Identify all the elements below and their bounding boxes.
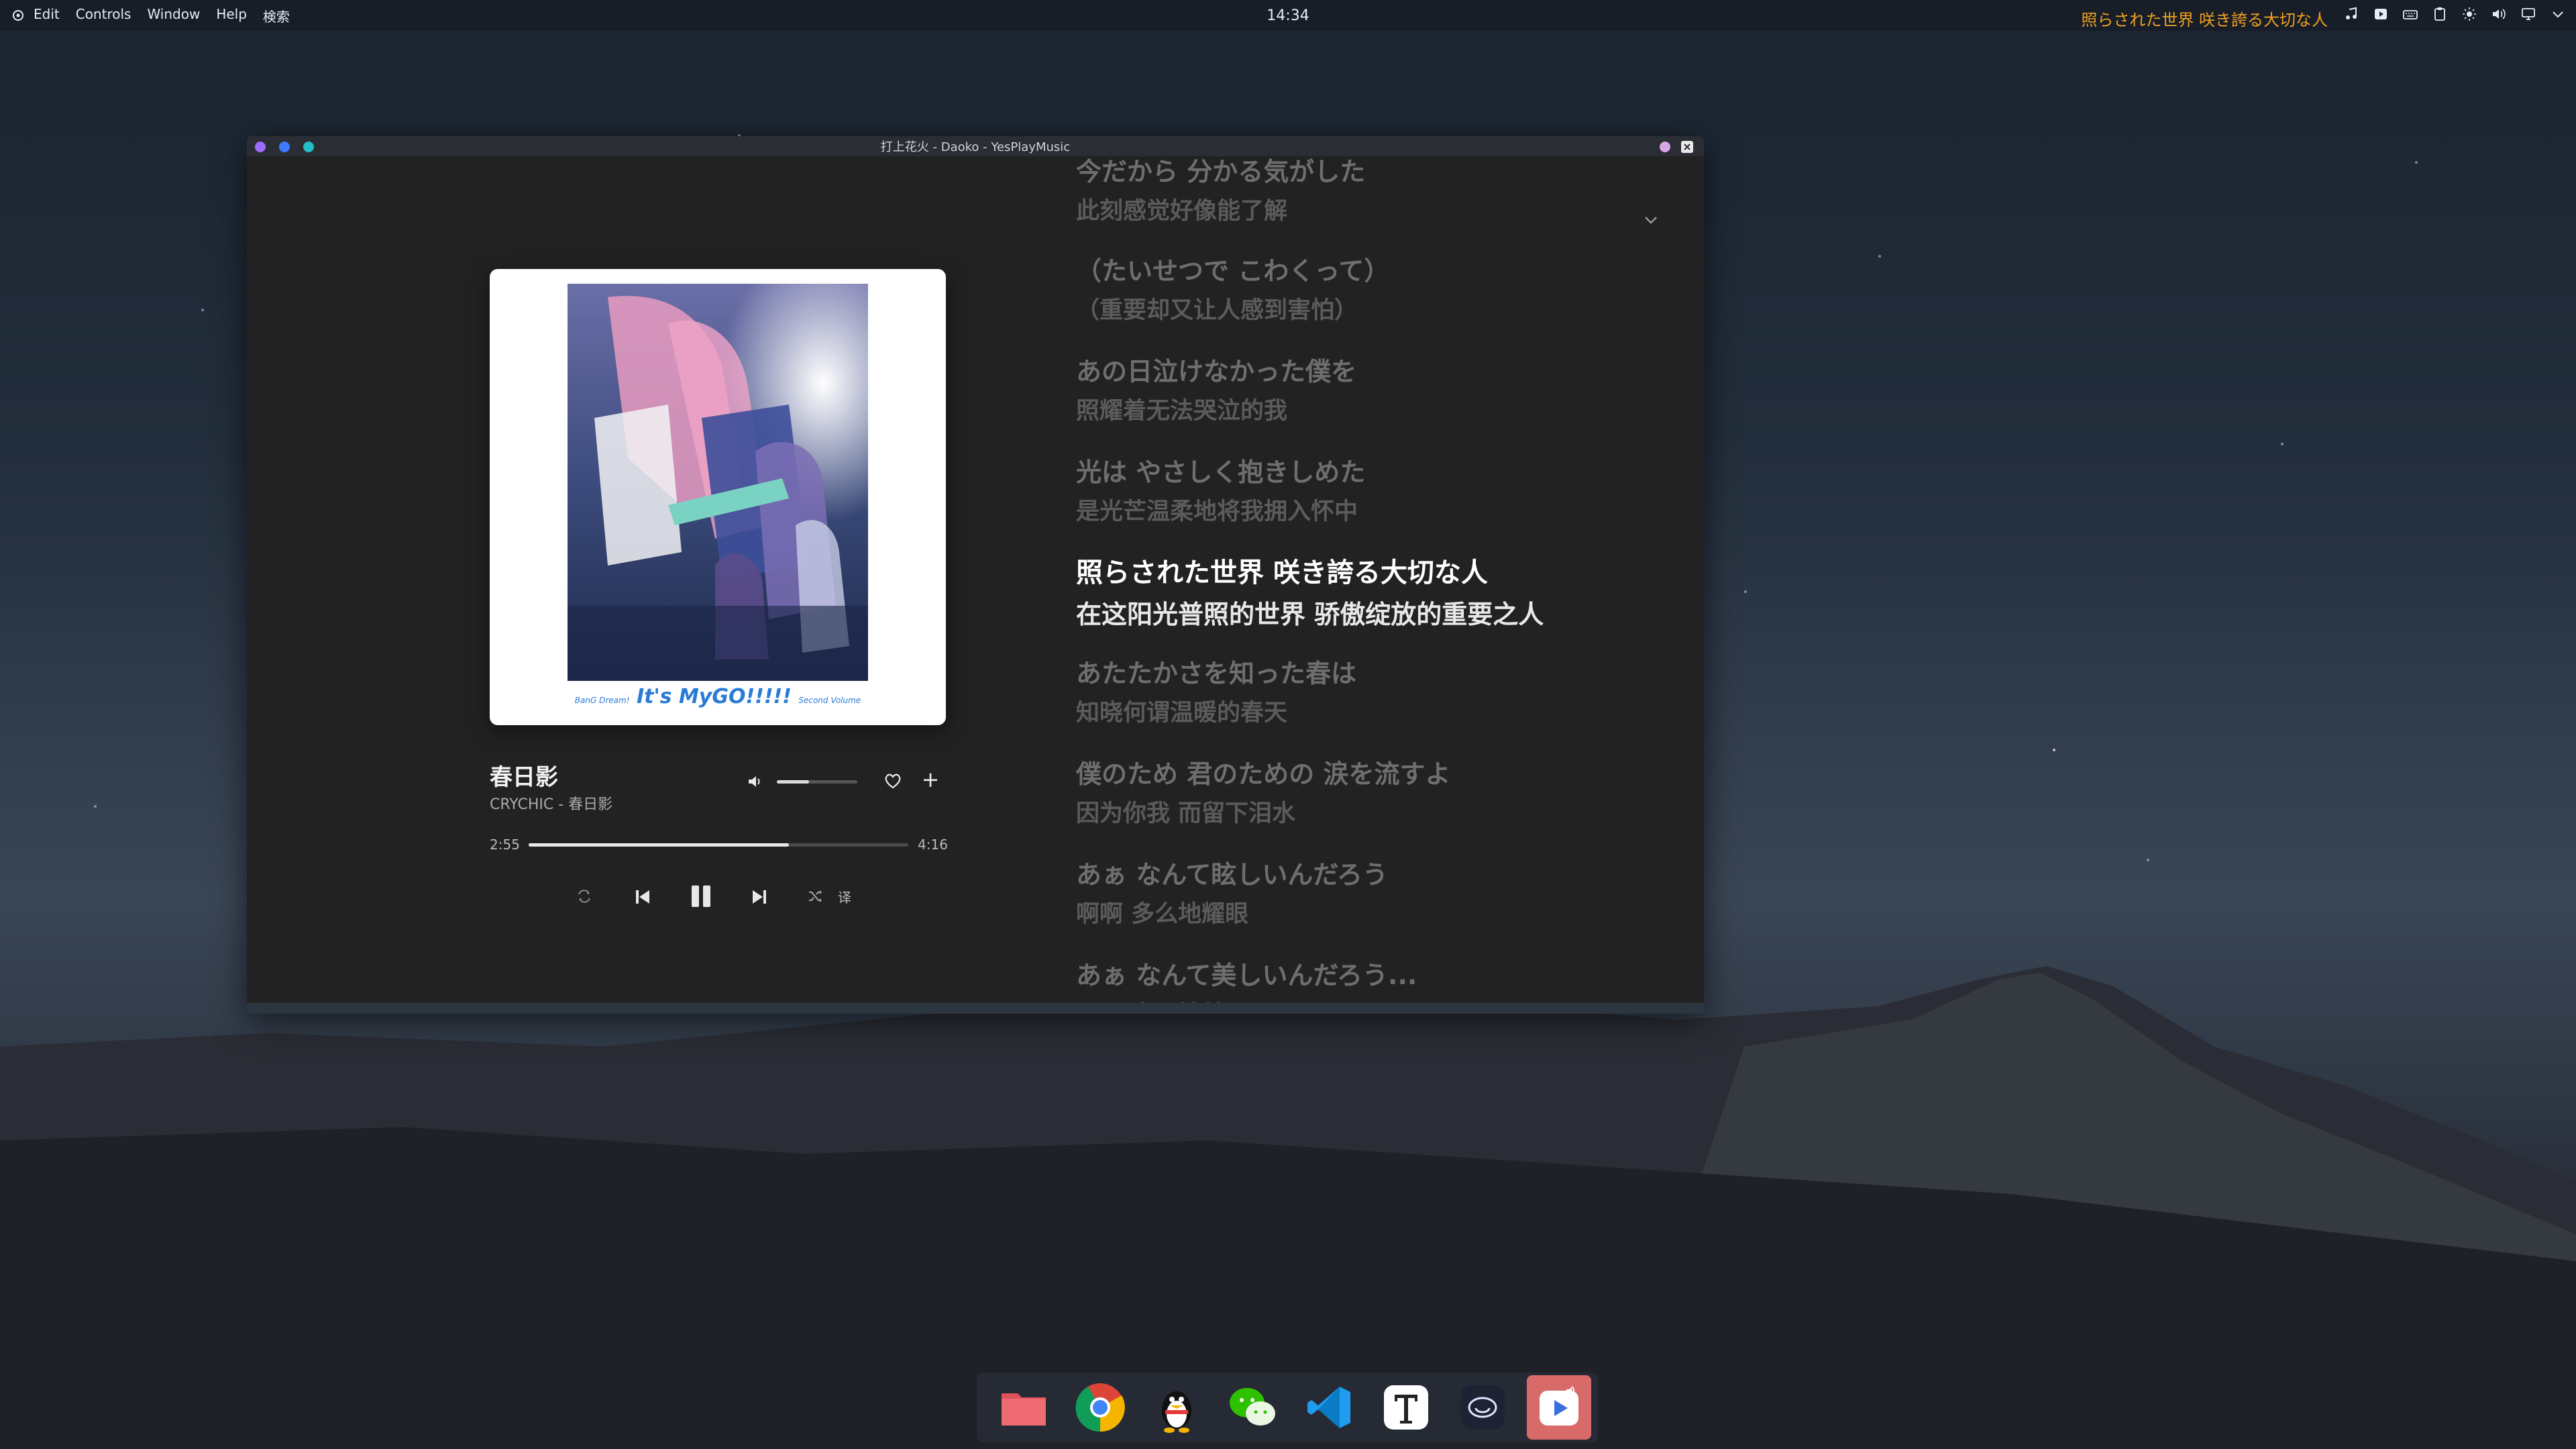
next-track-icon[interactable] (746, 883, 773, 910)
lyric-original: 今だから 分かる気がした (1076, 157, 1366, 186)
repeat-icon[interactable] (574, 886, 594, 906)
lyric-ticker: 照らされた世界 咲き誇る大切な人 (2081, 11, 2328, 30)
lyric-translation: 在这阳光普照的世界 骄傲绽放的重要之人 (1076, 600, 1544, 629)
lyric-original: 光は やさしく抱きしめた (1076, 458, 1366, 487)
window-minimize-dot[interactable] (279, 142, 290, 152)
volume-slider-fill (777, 780, 809, 784)
lyric-line[interactable]: あぁ なんて美しいんだろう... 啊啊 多么地美丽 (1076, 955, 1599, 1003)
yesplaymusic-icon[interactable] (1527, 1375, 1591, 1440)
wechat-icon[interactable] (1221, 1375, 1285, 1440)
window-titlebar[interactable]: 打上花火 - Daoko - YesPlayMusic (247, 136, 1704, 156)
music-note-icon[interactable] (2343, 5, 2360, 23)
song-artist-album[interactable]: CRYCHIC - 春日影 (490, 792, 612, 814)
window-bottom-edge (247, 1003, 1704, 1014)
album-logo-main: It's MyGO!!!!! (636, 685, 792, 708)
folder-icon[interactable] (991, 1375, 1056, 1440)
lyric-translation: 啊啊 多么地耀眼 (1076, 901, 1249, 928)
lyric-translation: 因为你我 而留下泪水 (1076, 800, 1296, 827)
volume-icon[interactable] (746, 772, 765, 791)
lyric-translation: 是光芒温柔地将我拥入怀中 (1076, 498, 1358, 525)
time-total: 4:16 (918, 837, 948, 853)
window-maximize-dot[interactable] (303, 142, 314, 152)
typora-icon[interactable] (1374, 1375, 1438, 1440)
lyric-line[interactable]: 僕のため 君のための 涙を流すよ 因为你我 而留下泪水 (1076, 753, 1599, 828)
lyric-translation: 照耀着无法哭泣的我 (1076, 398, 1288, 425)
window-pin-dot[interactable] (1660, 142, 1670, 152)
dock (977, 1373, 1598, 1442)
gpt-icon[interactable] (1450, 1375, 1515, 1440)
lyric-line-active[interactable]: 照らされた世界 咲き誇る大切な人 在这阳光普照的世界 骄傲绽放的重要之人 (1076, 551, 1599, 631)
launcher-icon[interactable] (9, 7, 27, 24)
lyric-original: あたたかさを知った春は (1076, 659, 1357, 688)
qq-icon[interactable] (1144, 1375, 1209, 1440)
window-title: 打上花火 - Daoko - YesPlayMusic (880, 140, 1071, 154)
add-to-playlist-icon[interactable]: + (920, 769, 941, 790)
previous-track-icon[interactable] (629, 883, 656, 910)
lyric-original: （たいせつで こわくって） (1076, 256, 1390, 286)
brightness-icon[interactable] (2461, 5, 2478, 23)
lyric-line[interactable]: 光は やさしく抱きしめた 是光芒温柔地将我拥入怀中 (1076, 451, 1599, 527)
lyric-line[interactable]: （たいせつで こわくって） （重要却又让人感到害怕） (1076, 250, 1599, 325)
player-content: BanG Dream! It's MyGO!!!!! Second Volume… (247, 156, 1704, 1003)
window-close-icon[interactable] (1681, 141, 1693, 153)
album-logo-left: BanG Dream! (574, 696, 630, 705)
lyric-translation: 知晓何谓温暖的春天 (1076, 700, 1288, 727)
play-tray-icon[interactable] (2372, 5, 2390, 23)
like-heart-icon[interactable] (883, 771, 903, 791)
app-menu: Edit Controls Window Help 検索 (34, 6, 290, 25)
lyrics-panel[interactable]: 今だから 分かる気がした 此刻感觉好像能了解 （たいせつで こわくって） （重要… (1076, 156, 1599, 1003)
lyric-translation: （重要却又让人感到害怕） (1076, 297, 1358, 324)
album-cover[interactable]: BanG Dream! It's MyGO!!!!! Second Volume (490, 269, 946, 725)
menu-controls[interactable]: Controls (76, 6, 131, 25)
album-artwork (568, 284, 868, 681)
top-panel: Edit Controls Window Help 検索 14:34 照らされた… (0, 0, 2576, 31)
volume-slider[interactable] (777, 780, 857, 784)
lyric-translation: 啊啊 多么地美丽 (1076, 996, 1599, 1003)
song-title[interactable]: 春日影 (490, 759, 558, 792)
translate-toggle[interactable]: 译 (835, 886, 855, 906)
lyric-line[interactable]: あの日泣けなかった僕を 照耀着无法哭泣的我 (1076, 351, 1599, 426)
yesplaymusic-window: 打上花火 - Daoko - YesPlayMusic BanG Dream! … (247, 136, 1704, 1014)
display-icon[interactable] (2520, 5, 2537, 23)
menu-search[interactable]: 検索 (263, 6, 290, 25)
clock[interactable]: 14:34 (1267, 7, 1309, 24)
chevron-down-icon[interactable] (2549, 5, 2567, 23)
shuffle-icon[interactable] (805, 886, 825, 906)
lyric-original: あぁ なんて美しいんだろう... (1076, 961, 1417, 990)
window-close-dot[interactable] (255, 142, 266, 152)
lyric-original: あぁ なんて眩しいんだろう (1076, 860, 1389, 890)
progress-bar-fill (529, 843, 789, 847)
chrome-icon[interactable] (1068, 1375, 1132, 1440)
lyric-line[interactable]: あぁ なんて眩しいんだろう 啊啊 多么地耀眼 (1076, 854, 1599, 929)
menu-window[interactable]: Window (147, 6, 200, 25)
lyric-original: 照らされた世界 咲き誇る大切な人 (1076, 557, 1488, 588)
lyric-original: あの日泣けなかった僕を (1076, 357, 1357, 386)
vscode-icon[interactable] (1297, 1375, 1362, 1440)
menu-help[interactable]: Help (216, 6, 247, 25)
keyboard-icon[interactable] (2402, 5, 2419, 23)
volume-tray-icon[interactable] (2490, 5, 2508, 23)
progress-bar[interactable] (529, 843, 908, 847)
time-current: 2:55 (490, 837, 520, 853)
lyric-line[interactable]: 今だから 分かる気がした 此刻感觉好像能了解 (1076, 156, 1599, 226)
album-logo-right: Second Volume (798, 696, 861, 705)
lyric-line[interactable]: あたたかさを知った春は 知晓何谓温暖的春天 (1076, 653, 1599, 728)
lyric-original: 僕のため 君のための 涙を流すよ (1076, 759, 1451, 789)
clipboard-icon[interactable] (2431, 5, 2449, 23)
pause-button[interactable] (686, 881, 716, 912)
collapse-chevron-icon[interactable] (1641, 210, 1661, 230)
album-logo: BanG Dream! It's MyGO!!!!! Second Volume (490, 685, 946, 708)
lyric-translation: 此刻感觉好像能了解 (1076, 198, 1288, 225)
system-tray (2343, 5, 2567, 23)
menu-edit[interactable]: Edit (34, 6, 60, 25)
